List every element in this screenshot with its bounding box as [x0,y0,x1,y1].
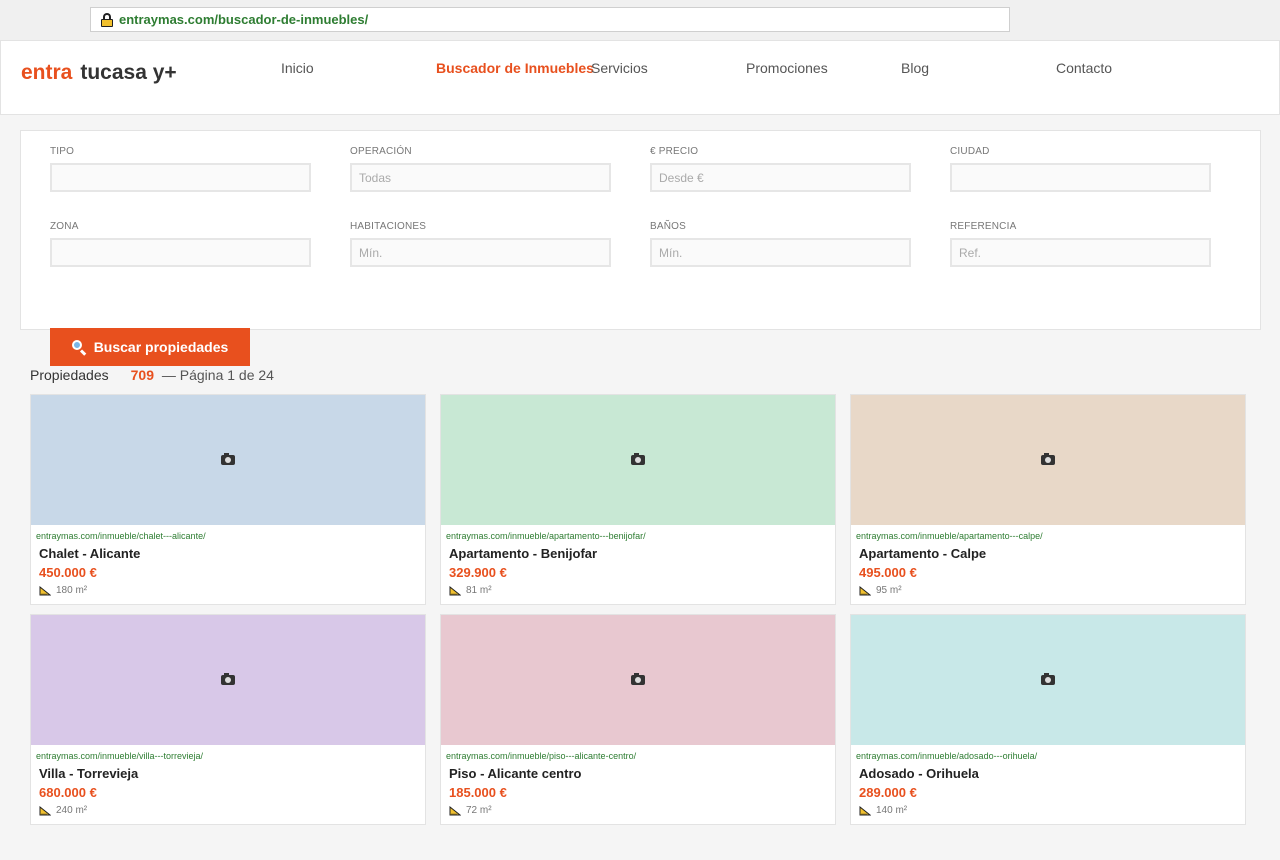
listing-price: 495.000 € [859,565,917,580]
habitaciones-label: HABITACIONES [350,221,427,232]
listing-image[interactable] [31,395,425,525]
listing-card[interactable]: entraymas.com/inmueble/piso---alicante-c… [440,614,836,825]
listing-image[interactable] [441,615,835,745]
listing-title[interactable]: Apartamento - Calpe [859,546,986,561]
logo-part-1: entra [21,61,73,84]
ciudad-field[interactable] [950,163,1211,192]
listing-image[interactable] [851,615,1245,745]
ruler-icon [449,805,461,815]
camera-icon [1041,453,1055,465]
listing-area-value: 81 m² [466,585,492,596]
listing-price: 450.000 € [39,565,97,580]
listing-area: 95 m² [859,585,902,596]
referencia-field[interactable] [950,238,1211,267]
listing-image[interactable] [31,615,425,745]
camera-icon [631,673,645,685]
listing-url[interactable]: entraymas.com/inmueble/apartamento---cal… [856,531,1043,541]
search-button-label: Buscar propiedades [93,339,229,355]
listing-title[interactable]: Chalet - Alicante [39,546,140,561]
listing-card[interactable]: entraymas.com/inmueble/villa---torreviej… [30,614,426,825]
ruler-icon [39,585,51,595]
zona-field[interactable] [50,238,311,267]
ruler-icon [859,805,871,815]
address-bar[interactable]: entraymas.com/buscador-de-inmuebles/ [90,7,1010,32]
listing-url[interactable]: entraymas.com/inmueble/adosado---orihuel… [856,751,1037,761]
listing-url[interactable]: entraymas.com/inmueble/chalet---alicante… [36,531,206,541]
listing-area: 72 m² [449,805,492,816]
listing-title[interactable]: Villa - Torrevieja [39,766,138,781]
listing-area-value: 180 m² [56,585,88,596]
listing-title[interactable]: Apartamento - Benijofar [449,546,597,561]
listing-price: 329.900 € [449,565,507,580]
listing-price: 289.000 € [859,785,917,800]
ruler-icon [449,585,461,595]
site-logo[interactable]: entra tucasa y+ [21,61,177,85]
search-filters: TIPO OPERACIÓN € PRECIO CIUDAD ZONA HABI… [20,130,1261,330]
results-count: 709 [130,367,154,383]
habitaciones-field[interactable] [350,238,611,267]
listing-url[interactable]: entraymas.com/inmueble/piso---alicante-c… [446,751,636,761]
nav-contacto[interactable]: Contacto [1056,60,1112,76]
tipo-field[interactable] [50,163,311,192]
nav-buscador[interactable]: Buscador de Inmuebles [436,60,594,76]
listing-card[interactable]: entraymas.com/inmueble/apartamento---ben… [440,394,836,605]
ciudad-label: CIUDAD [950,146,990,157]
listing-url[interactable]: entraymas.com/inmueble/villa---torreviej… [36,751,203,761]
listing-area-value: 72 m² [466,805,492,816]
operacion-field[interactable] [350,163,611,192]
listing-area-value: 140 m² [876,805,908,816]
nav-blog[interactable]: Blog [901,60,929,76]
camera-icon [221,453,235,465]
banos-field[interactable] [650,238,911,267]
listing-area: 240 m² [39,805,87,816]
listing-price: 680.000 € [39,785,97,800]
nav-inicio[interactable]: Inicio [281,60,314,76]
banos-label: BAÑOS [650,221,687,232]
results-label: Propiedades [30,367,109,383]
camera-icon [221,673,235,685]
zona-label: ZONA [50,221,79,232]
page-indicator: — Página 1 de 24 [161,367,274,383]
browser-chrome: entraymas.com/buscador-de-inmuebles/ [0,0,1280,40]
listing-area: 140 m² [859,805,907,816]
listing-area-value: 95 m² [876,585,902,596]
listing-price: 185.000 € [449,785,507,800]
camera-icon [1041,673,1055,685]
listing-title[interactable]: Adosado - Orihuela [859,766,979,781]
precio-field[interactable] [650,163,911,192]
referencia-label: REFERENCIA [950,221,1017,232]
ruler-icon [859,585,871,595]
listing-area: 81 m² [449,585,492,596]
nav-promociones[interactable]: Promociones [746,60,828,76]
listing-card[interactable]: entraymas.com/inmueble/adosado---orihuel… [850,614,1246,825]
search-properties-button[interactable]: Buscar propiedades [50,328,250,366]
url-text[interactable]: entraymas.com/buscador-de-inmuebles/ [119,12,368,27]
listing-url[interactable]: entraymas.com/inmueble/apartamento---ben… [446,531,646,541]
lock-icon [101,12,113,27]
listing-area-value: 240 m² [56,805,88,816]
tipo-label: TIPO [50,146,75,157]
listing-image[interactable] [441,395,835,525]
listing-area: 180 m² [39,585,87,596]
results-summary: Propiedades 709 — Página 1 de 24 [30,367,274,383]
listing-card[interactable]: entraymas.com/inmueble/chalet---alicante… [30,394,426,605]
ruler-icon [39,805,51,815]
magnifier-icon [71,340,86,356]
listing-image[interactable] [851,395,1245,525]
logo-part-2: tucasa y+ [80,61,177,84]
precio-label: € PRECIO [650,146,699,157]
site-header: entra tucasa y+ Inicio Buscador de Inmueb… [0,40,1280,115]
camera-icon [631,453,645,465]
listing-title[interactable]: Piso - Alicante centro [449,766,581,781]
operacion-label: OPERACIÓN [350,146,412,157]
listing-card[interactable]: entraymas.com/inmueble/apartamento---cal… [850,394,1246,605]
nav-servicios[interactable]: Servicios [591,60,648,76]
